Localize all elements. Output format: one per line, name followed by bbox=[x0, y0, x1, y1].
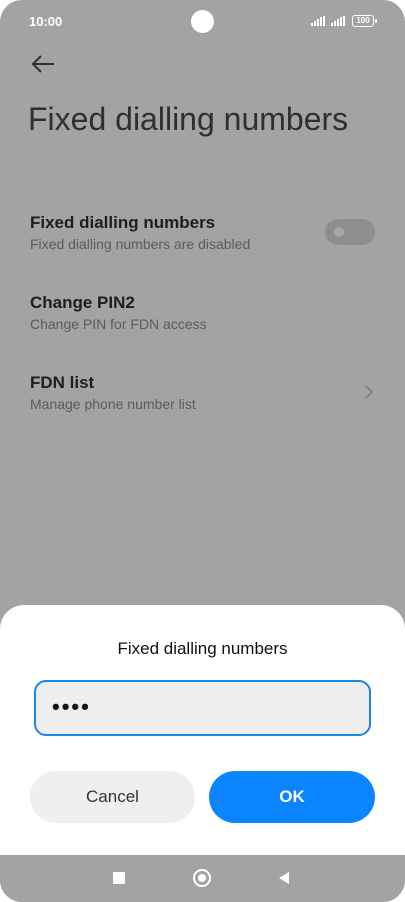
settings-item-fdn-list[interactable]: FDN list Manage phone number list bbox=[30, 373, 380, 412]
camera-cutout bbox=[191, 10, 214, 33]
home-icon-dot bbox=[198, 874, 206, 882]
recent-apps-icon[interactable] bbox=[113, 872, 125, 884]
battery-icon: 100 bbox=[352, 15, 374, 27]
cancel-button[interactable]: Cancel bbox=[30, 771, 195, 823]
status-time: 10:00 bbox=[29, 14, 63, 29]
dialog-title: Fixed dialling numbers bbox=[117, 639, 288, 658]
back-icon[interactable] bbox=[278, 871, 290, 885]
settings-item-change-pin2[interactable]: Change PIN2 Change PIN for FDN access bbox=[30, 293, 380, 332]
toggle-knob bbox=[334, 227, 344, 237]
status-bar: 10:00 100 bbox=[0, 0, 405, 44]
battery-tip bbox=[375, 19, 377, 23]
settings-item-subtitle: Manage phone number list bbox=[30, 396, 196, 412]
chevron-right-icon bbox=[364, 384, 374, 400]
pin-dialog: Fixed dialling numbers •••• Cancel OK bbox=[0, 605, 405, 855]
fdn-toggle-switch[interactable] bbox=[325, 219, 375, 245]
phone-screen: 10:00 100 Fixed dialling numbers Fixed d… bbox=[0, 0, 405, 902]
signal-icon bbox=[311, 16, 326, 26]
home-icon[interactable] bbox=[193, 869, 211, 887]
settings-item-title: Change PIN2 bbox=[30, 293, 135, 312]
pin2-input[interactable]: •••• bbox=[34, 680, 371, 736]
ok-button[interactable]: OK bbox=[209, 771, 375, 823]
settings-item-title: FDN list bbox=[30, 373, 95, 392]
signal-icon bbox=[331, 16, 346, 26]
page-title: Fixed dialling numbers bbox=[28, 101, 349, 137]
navigation-bar bbox=[0, 855, 405, 902]
back-arrow-icon[interactable] bbox=[30, 52, 56, 76]
settings-item-subtitle: Change PIN for FDN access bbox=[30, 316, 207, 332]
